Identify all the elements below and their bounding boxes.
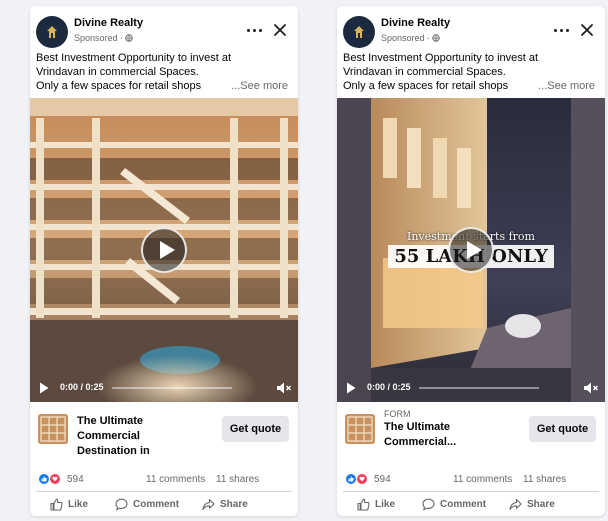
like-button[interactable]: Like [50, 494, 88, 514]
play-icon [160, 241, 175, 259]
page-avatar[interactable] [343, 16, 375, 48]
ad-card: Divine Realty Sponsored · Best Investmen… [30, 6, 298, 516]
post-text-line: Best Investment Opportunity to invest at [36, 52, 232, 64]
share-label: Share [527, 498, 555, 510]
cta-title-text: The Ultimate Commercial Destination in [77, 415, 150, 457]
cta-title: The Ultimate Commercial... [384, 420, 482, 450]
reaction-count[interactable]: 594 [67, 474, 84, 485]
more-options-button[interactable] [244, 22, 264, 38]
post-text: Best Investment Opportunity to invest at… [337, 51, 605, 93]
page-avatar[interactable] [36, 16, 68, 48]
post-text-line: Vrindavan in commercial Spaces. [343, 66, 506, 78]
page-name[interactable]: Divine Realty [74, 17, 143, 29]
video-progress-bar[interactable] [112, 387, 232, 389]
thumbs-up-icon [357, 497, 370, 511]
more-options-button[interactable] [551, 22, 571, 38]
video-player[interactable]: Investment starts from 55 LAKH ONLY 0:00… [337, 98, 605, 402]
like-label: Like [68, 498, 89, 510]
like-button[interactable]: Like [357, 494, 395, 514]
engagement-stats: 594 11 comments 11 shares [30, 472, 298, 488]
globe-icon [432, 34, 440, 42]
close-icon[interactable] [579, 22, 595, 38]
close-icon[interactable] [272, 22, 288, 38]
action-bar: Like Comment Share [337, 494, 605, 514]
sponsored-label: Sponsored · [74, 33, 133, 43]
share-icon [509, 498, 522, 510]
ad-card: Divine Realty Sponsored · Best Investmen… [337, 6, 605, 516]
more-icon [553, 28, 557, 32]
video-progress-bar[interactable] [419, 387, 539, 389]
comment-icon [115, 498, 128, 510]
comment-icon [422, 498, 435, 510]
comment-label: Comment [440, 498, 487, 510]
video-controls: 0:00 / 0:25 [337, 374, 605, 402]
see-more-link[interactable]: ...See more [231, 79, 288, 93]
volume-muted-icon[interactable] [276, 381, 292, 395]
post-text: Best Investment Opportunity to invest at… [30, 51, 298, 93]
like-label: Like [375, 498, 396, 510]
cta-thumbnail [345, 414, 375, 444]
more-icon [246, 28, 250, 32]
floor-plan-thumbnail [38, 414, 68, 444]
floor-plan-thumbnail [345, 414, 375, 444]
engagement-stats: 594 11 comments 11 shares [337, 472, 605, 488]
page-name[interactable]: Divine Realty [381, 17, 450, 29]
temple-logo-icon [47, 26, 57, 38]
play-button[interactable] [448, 227, 494, 273]
see-more-link[interactable]: ...See more [538, 79, 595, 93]
sponsored-label: Sponsored · [381, 33, 440, 43]
action-bar: Like Comment Share [30, 494, 298, 514]
cta-thumbnail [38, 414, 68, 444]
divider [36, 491, 292, 492]
shares-count[interactable]: 11 shares [216, 474, 259, 485]
video-controls: 0:00 / 0:25 [30, 374, 298, 402]
comments-count[interactable]: 11 comments [453, 474, 512, 485]
comment-button[interactable]: Comment [115, 494, 179, 514]
video-time: 0:00 / 0:25 [60, 382, 104, 392]
cta-title-text: The Ultimate Commercial... [384, 421, 457, 448]
play-icon [467, 241, 482, 259]
play-icon[interactable] [39, 382, 49, 394]
comment-button[interactable]: Comment [422, 494, 486, 514]
thumbs-up-icon [50, 497, 63, 511]
comment-label: Comment [133, 498, 180, 510]
share-icon [202, 498, 215, 510]
temple-logo-icon [354, 26, 364, 38]
video-player[interactable]: 0:00 / 0:25 [30, 98, 298, 402]
video-time: 0:00 / 0:25 [367, 382, 411, 392]
play-button[interactable] [141, 227, 187, 273]
cta-bar[interactable]: FORM The Ultimate Commercial... Get quot… [337, 406, 605, 458]
post-header: Divine Realty Sponsored · [343, 12, 599, 48]
divider [343, 491, 599, 492]
sponsored-text: Sponsored · [74, 33, 124, 43]
volume-muted-icon[interactable] [583, 381, 599, 395]
love-reaction-icon[interactable] [49, 473, 61, 485]
sponsored-text: Sponsored · [381, 33, 431, 43]
cta-title: The Ultimate Commercial Destination in [77, 414, 175, 459]
comments-count[interactable]: 11 comments [146, 474, 205, 485]
share-button[interactable]: Share [509, 494, 555, 514]
post-header: Divine Realty Sponsored · [36, 12, 292, 48]
cta-kicker: FORM [384, 409, 411, 419]
play-icon[interactable] [346, 382, 356, 394]
cta-bar[interactable]: The Ultimate Commercial Destination in G… [30, 406, 298, 458]
get-quote-button[interactable]: Get quote [529, 416, 596, 442]
reaction-count[interactable]: 594 [374, 474, 391, 485]
get-quote-button[interactable]: Get quote [222, 416, 289, 442]
love-reaction-icon[interactable] [356, 473, 368, 485]
share-label: Share [220, 498, 248, 510]
shares-count[interactable]: 11 shares [523, 474, 566, 485]
post-text-line: Vrindavan in commercial Spaces. [36, 66, 199, 78]
post-text-line: Best Investment Opportunity to invest at [343, 52, 539, 64]
globe-icon [125, 34, 133, 42]
share-button[interactable]: Share [202, 494, 248, 514]
